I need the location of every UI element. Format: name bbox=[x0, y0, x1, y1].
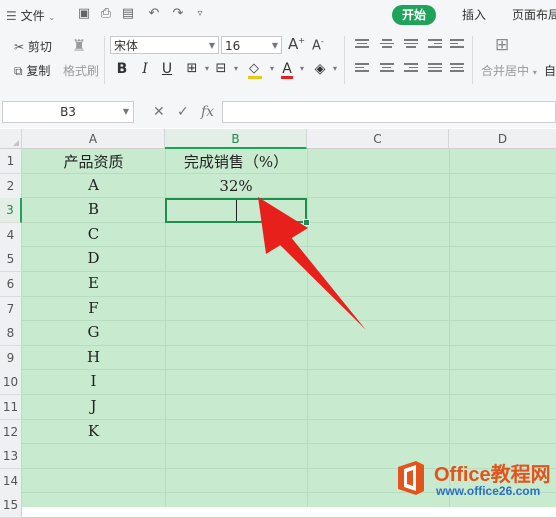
office-logo-icon bbox=[398, 461, 424, 495]
watermark-title: Office教程网 bbox=[434, 464, 551, 486]
arrow-shaft bbox=[278, 236, 366, 330]
watermark-url: www.office26.com bbox=[436, 484, 541, 498]
annotation-arrow bbox=[258, 197, 366, 330]
